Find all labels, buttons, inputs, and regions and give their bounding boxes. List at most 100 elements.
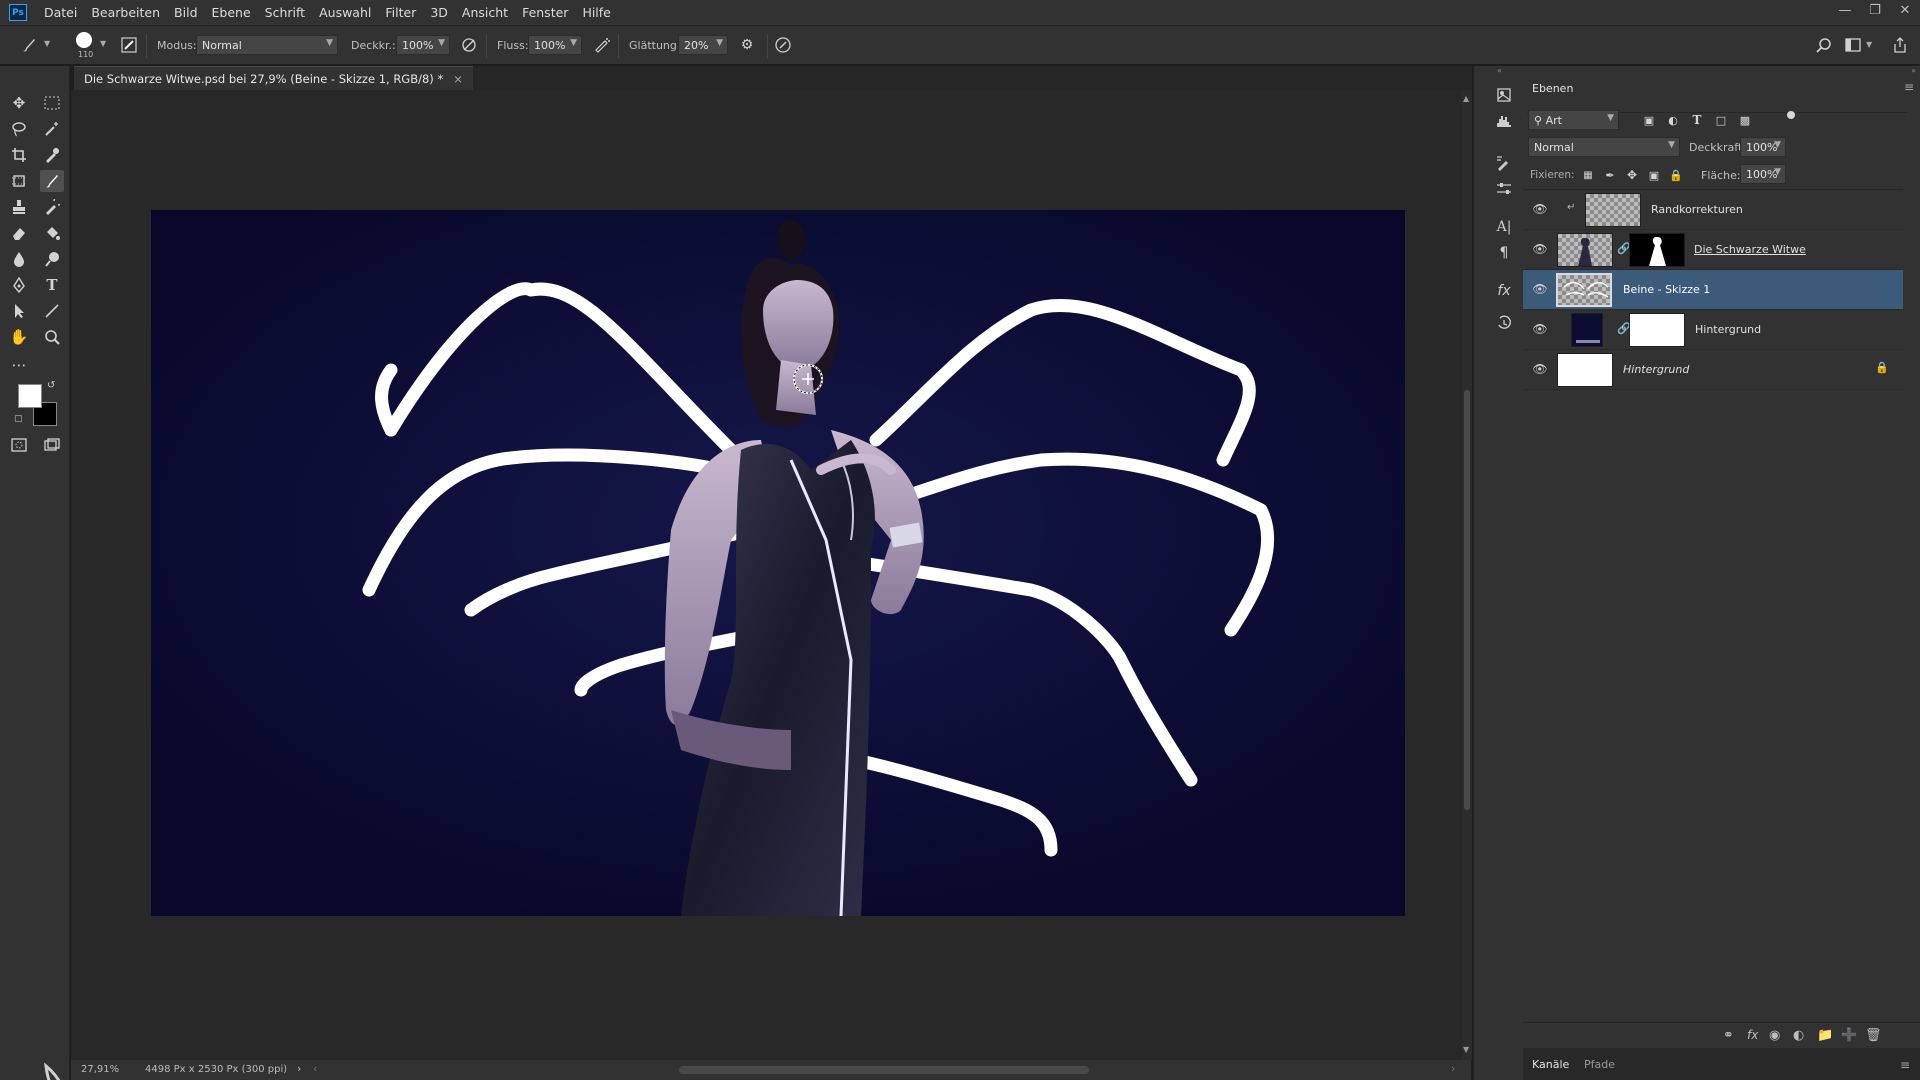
filter-shape-icon[interactable]: □: [1712, 109, 1730, 131]
delete-layer-icon[interactable]: 🗑: [1865, 1028, 1882, 1043]
chevron-down-icon[interactable]: ▼: [1866, 40, 1872, 49]
path-selection-tool-icon[interactable]: [7, 300, 31, 322]
eraser-tool-icon[interactable]: [7, 222, 31, 244]
type-tool-icon[interactable]: T: [40, 274, 64, 296]
dodge-tool-icon[interactable]: [40, 248, 64, 270]
document-canvas[interactable]: [151, 210, 1405, 916]
paragraph-panel-icon[interactable]: ¶: [1492, 242, 1516, 264]
more-tools-icon[interactable]: ⋯: [7, 354, 31, 376]
chevron-down-icon[interactable]: ▼: [100, 39, 106, 48]
layer-row-hintergrund-background[interactable]: 👁 Hintergrund 🔒: [1523, 350, 1903, 390]
crop-tool-icon[interactable]: [7, 144, 31, 166]
hand-tool-icon[interactable]: ✋: [7, 326, 31, 348]
scroll-right-icon[interactable]: ›: [1451, 1062, 1455, 1075]
collapse-icon[interactable]: »: [1911, 66, 1916, 75]
filter-pixel-icon[interactable]: ▣: [1640, 109, 1658, 131]
blur-tool-icon[interactable]: [7, 248, 31, 270]
default-colors-icon[interactable]: ▢: [14, 414, 23, 424]
brush-tool-icon[interactable]: [40, 170, 64, 192]
layer-name[interactable]: Hintergrund: [1695, 323, 1761, 336]
quick-mask-icon[interactable]: [7, 434, 31, 456]
menu-3d[interactable]: 3D: [423, 5, 455, 20]
layer-name[interactable]: Beine - Skizze 1: [1623, 283, 1710, 296]
marquee-tool-icon[interactable]: [40, 92, 64, 114]
menu-hilfe[interactable]: Hilfe: [575, 5, 617, 20]
tab-channels[interactable]: Kanäle: [1532, 1058, 1569, 1071]
screen-mode-icon[interactable]: [40, 434, 64, 456]
brush-presets-panel-icon[interactable]: [1492, 152, 1516, 174]
layer-name[interactable]: Hintergrund: [1623, 363, 1689, 376]
layer-thumbnail[interactable]: [1556, 273, 1612, 307]
document-tab[interactable]: Die Schwarze Witwe.psd bei 27,9% (Beine …: [74, 66, 473, 90]
glaettung-field[interactable]: 20% ▼: [678, 35, 728, 55]
layer-thumbnail[interactable]: [1585, 193, 1641, 227]
lock-transparency-icon[interactable]: ▦: [1579, 164, 1597, 186]
share-icon[interactable]: [1889, 34, 1911, 56]
line-tool-icon[interactable]: [40, 300, 64, 322]
workspace-icon[interactable]: [1842, 34, 1864, 56]
magic-wand-tool-icon[interactable]: [40, 118, 64, 140]
properties-panel-icon[interactable]: [1492, 84, 1516, 106]
minimize-icon[interactable]: —: [1830, 0, 1860, 25]
modus-select[interactable]: Normal ▼: [196, 35, 338, 55]
filter-type-icon[interactable]: T: [1688, 109, 1706, 131]
close-tab-icon[interactable]: ×: [453, 72, 463, 86]
pen-tool-icon[interactable]: [7, 274, 31, 296]
visibility-eye-icon[interactable]: 👁: [1532, 362, 1548, 378]
vertical-scrollbar[interactable]: ▲ ▼: [1462, 90, 1472, 1060]
menu-schrift[interactable]: Schrift: [258, 5, 312, 20]
scroll-down-icon[interactable]: ▼: [1463, 1045, 1469, 1054]
chevron-down-icon[interactable]: ▼: [44, 39, 50, 48]
vertical-scroll-thumb[interactable]: [1464, 390, 1470, 810]
frame-tool-icon[interactable]: [7, 170, 31, 192]
close-window-icon[interactable]: ✕: [1890, 0, 1920, 25]
new-layer-icon[interactable]: ➕: [1841, 1028, 1857, 1043]
layer-row-randkorrekturen[interactable]: 👁 ↵ Randkorrekturen: [1523, 190, 1903, 230]
pressure-size-icon[interactable]: [772, 34, 794, 56]
menu-bild[interactable]: Bild: [167, 5, 204, 20]
layer-name[interactable]: Die Schwarze Witwe: [1694, 243, 1806, 256]
menu-ebene[interactable]: Ebene: [205, 5, 258, 20]
fill-field[interactable]: 100% ▼: [1740, 164, 1786, 184]
stamp-tool-icon[interactable]: [7, 196, 31, 218]
restore-icon[interactable]: ❐: [1860, 0, 1890, 25]
pressure-opacity-icon[interactable]: [458, 34, 480, 56]
zoom-tool-icon[interactable]: [40, 326, 64, 348]
menu-filter[interactable]: Filter: [378, 5, 423, 20]
horizontal-scrollbar[interactable]: [71, 1060, 1471, 1080]
swap-colors-icon[interactable]: ↺: [47, 380, 55, 391]
deckkraft-field[interactable]: 100% ▼: [396, 35, 450, 55]
eyedropper-tool-icon[interactable]: [40, 144, 64, 166]
layer-row-die-schwarze-witwe[interactable]: 👁 🔗 Die Schwarze Witwe: [1523, 230, 1903, 270]
menu-fenster[interactable]: Fenster: [515, 5, 575, 20]
add-style-icon[interactable]: fx: [1747, 1028, 1758, 1042]
new-group-icon[interactable]: 📁: [1817, 1028, 1833, 1043]
lasso-tool-icon[interactable]: [7, 118, 31, 140]
layer-row-beine-skizze-1[interactable]: 👁 Beine - Skizze 1: [1523, 270, 1903, 310]
menu-datei[interactable]: Datei: [37, 5, 84, 20]
lock-pixels-icon[interactable]: ✒: [1601, 164, 1619, 186]
layer-filter-select[interactable]: ⚲ Art ▼: [1528, 110, 1619, 130]
layer-mask-thumbnail[interactable]: [1629, 233, 1685, 267]
horizontal-scroll-thumb[interactable]: [679, 1066, 1089, 1074]
layer-thumbnail[interactable]: [1557, 353, 1613, 387]
brush-size-preview-icon[interactable]: [76, 32, 92, 48]
foreground-color-swatch-top[interactable]: [18, 384, 42, 408]
brush-tool-preset-icon[interactable]: [18, 34, 40, 56]
visibility-eye-icon[interactable]: 👁: [1532, 282, 1548, 298]
gear-icon[interactable]: ⚙: [736, 34, 758, 56]
layer-thumbnail[interactable]: [1557, 233, 1613, 267]
styles-panel-icon[interactable]: fx: [1492, 280, 1516, 302]
blend-mode-select[interactable]: Normal ▼: [1528, 137, 1680, 157]
layer-name[interactable]: Randkorrekturen: [1651, 203, 1743, 216]
airbrush-icon[interactable]: [591, 34, 613, 56]
fluss-field[interactable]: 100% ▼: [528, 35, 582, 55]
layer-thumbnail[interactable]: [1571, 313, 1603, 347]
history-panel-icon[interactable]: [1492, 312, 1516, 334]
menu-auswahl[interactable]: Auswahl: [312, 5, 378, 20]
menu-ansicht[interactable]: Ansicht: [455, 5, 515, 20]
visibility-eye-icon[interactable]: 👁: [1532, 202, 1548, 218]
history-brush-tool-icon[interactable]: [40, 196, 64, 218]
visibility-eye-icon[interactable]: 👁: [1532, 322, 1548, 338]
filter-smart-object-icon[interactable]: ▩: [1736, 109, 1754, 131]
